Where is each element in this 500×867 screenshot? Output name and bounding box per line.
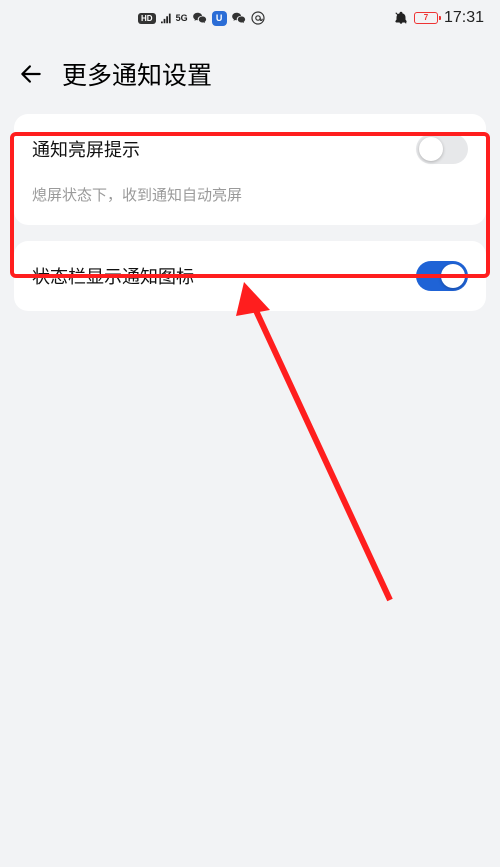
toggle-knob <box>419 137 443 161</box>
signal-icon <box>161 11 175 25</box>
wechat2-icon <box>232 11 246 25</box>
status-bar: HD 5G U 7 17:31 <box>0 0 500 36</box>
status-right-icons: 7 17:31 <box>394 9 484 27</box>
network-label: 5G <box>176 13 188 23</box>
row-description: 熄屏状态下，收到通知自动亮屏 <box>14 184 486 225</box>
row-label: 状态栏显示通知图标 <box>32 263 194 289</box>
settings-list: 通知亮屏提示 熄屏状态下，收到通知自动亮屏 状态栏显示通知图标 <box>0 114 500 311</box>
group-statusbar-icons: 状态栏显示通知图标 <box>14 241 486 311</box>
clock-time: 17:31 <box>444 9 484 27</box>
annotation-arrow <box>210 270 410 610</box>
status-left-icons: HD 5G U <box>138 11 265 26</box>
u-badge-icon: U <box>212 11 227 26</box>
at-icon <box>251 11 265 25</box>
back-button[interactable] <box>16 59 46 89</box>
row-wake-on-notify[interactable]: 通知亮屏提示 <box>14 114 486 184</box>
page-title: 更多通知设置 <box>62 56 212 92</box>
row-label: 通知亮屏提示 <box>32 136 140 162</box>
group-wake-on-notify: 通知亮屏提示 熄屏状态下，收到通知自动亮屏 <box>14 114 486 225</box>
toggle-statusbar-icons[interactable] <box>416 261 468 291</box>
hd-icon: HD <box>138 13 156 24</box>
battery-icon: 7 <box>414 12 438 24</box>
toggle-wake-on-notify[interactable] <box>416 134 468 164</box>
mute-icon <box>394 11 408 25</box>
header: 更多通知设置 <box>0 36 500 114</box>
toggle-knob <box>441 264 465 288</box>
wechat-icon <box>193 11 207 25</box>
arrow-left-icon <box>18 61 44 87</box>
battery-level: 7 <box>424 14 428 22</box>
row-statusbar-icons[interactable]: 状态栏显示通知图标 <box>14 241 486 311</box>
